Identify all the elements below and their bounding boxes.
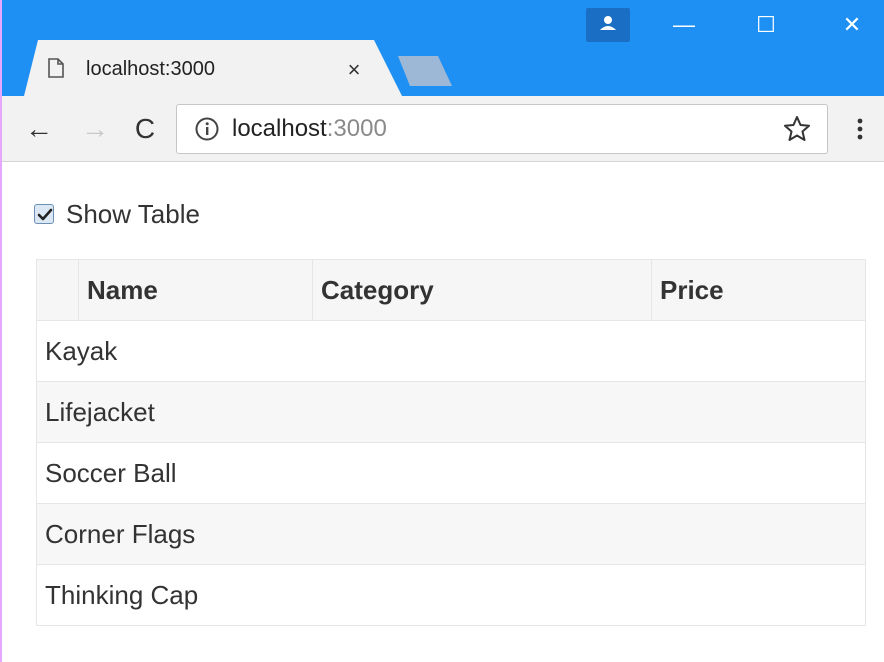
- table-row: Corner Flags: [36, 503, 866, 565]
- maximize-button[interactable]: ☐: [744, 10, 788, 40]
- checkmark-icon: [37, 208, 53, 221]
- close-window-button[interactable]: ✕: [830, 10, 874, 40]
- table-row: Thinking Cap: [36, 564, 866, 626]
- back-button[interactable]: ←: [22, 112, 56, 146]
- table-cell: Thinking Cap: [36, 564, 866, 626]
- header-category: Category: [312, 259, 652, 321]
- table-cell: Lifejacket: [36, 381, 866, 443]
- minimize-button[interactable]: —: [662, 10, 706, 40]
- table-row: Lifejacket: [36, 381, 866, 443]
- show-table-label: Show Table: [66, 198, 200, 229]
- reload-button[interactable]: C: [128, 112, 162, 146]
- table-header-row: Name Category Price: [36, 259, 866, 321]
- table-cell: Soccer Ball: [36, 442, 866, 504]
- tab-close-icon[interactable]: ×: [340, 56, 368, 84]
- table-row: Soccer Ball: [36, 442, 866, 504]
- table-row: Kayak: [36, 320, 866, 382]
- products-table: Name Category Price Kayak Lifejacket Soc…: [36, 259, 866, 626]
- forward-button[interactable]: →: [78, 112, 112, 146]
- bookmark-star-icon[interactable]: [782, 114, 812, 144]
- page-icon: [48, 58, 64, 78]
- menu-icon[interactable]: [848, 114, 872, 144]
- header-name: Name: [78, 259, 313, 321]
- person-icon: [600, 16, 616, 30]
- url-text[interactable]: localhost:3000: [232, 114, 387, 144]
- header-price: Price: [651, 259, 866, 321]
- info-icon[interactable]: [194, 116, 220, 142]
- browser-window: localhost:3000 × — ☐ ✕ ← → C localhost:3…: [0, 0, 884, 662]
- header-blank: [36, 259, 79, 321]
- table-cell: Kayak: [36, 320, 866, 382]
- profile-button[interactable]: [586, 8, 630, 42]
- show-table-toggle[interactable]: Show Table: [34, 196, 200, 232]
- tab-title: localhost:3000: [86, 58, 215, 80]
- table-cell: Corner Flags: [36, 503, 866, 565]
- show-table-checkbox[interactable]: [34, 204, 54, 224]
